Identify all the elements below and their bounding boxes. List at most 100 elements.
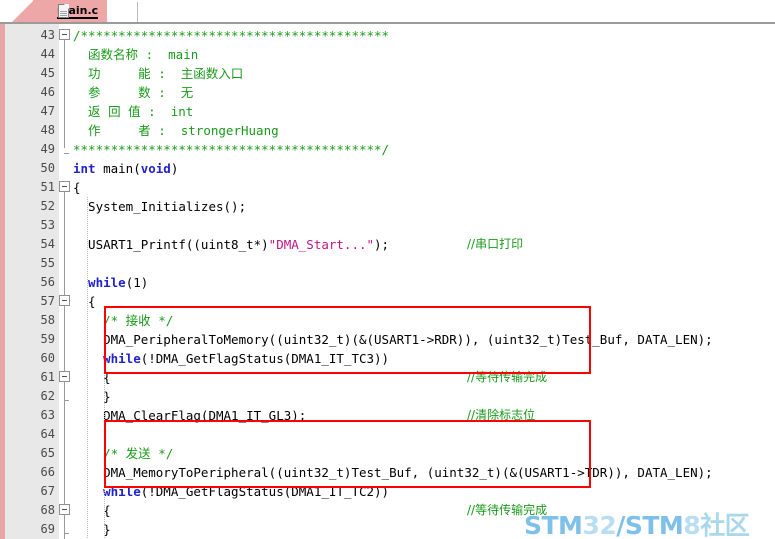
code-token-kw: while [73, 275, 126, 290]
line-number: 43 [40, 28, 55, 42]
code-token-num: USART1_Printf((uint8_t*) [73, 237, 269, 252]
code-token-num: { [73, 294, 96, 309]
line-number: 54 [40, 237, 55, 251]
line-number: 63 [40, 408, 55, 422]
line-number: 56 [40, 275, 55, 289]
line-number: 46 [40, 85, 55, 99]
code-line: ****************************************… [73, 140, 389, 159]
indent-guide [87, 197, 88, 539]
code-token-kw: void [140, 161, 171, 176]
code-line: 功 能 : 主函数入口 [73, 64, 243, 83]
code-token-num: (!DMA_GetFlagStatus(DMA1_IT_TC2)) [140, 484, 390, 499]
code-token-cmt: 参 数 : 无 [73, 85, 194, 100]
indent-guide [104, 311, 105, 539]
fold-connector [64, 380, 65, 395]
code-token-num: DMA_ClearFlag(DMA1_IT_GL3); [73, 408, 307, 423]
code-line: DMA_PeripheralToMemory((uint32_t)(&(USAR… [73, 330, 713, 349]
code-line: 作 者 : strongerHuang [73, 121, 279, 140]
line-number: 55 [40, 256, 55, 270]
code-token-kw: while [73, 484, 141, 499]
line-number-gutter: 43 44 45 46 47 48 49 50 51 52 53 54 55 56 57 58 59 60 61 62… [5, 24, 59, 539]
tab-right-edge [137, 2, 138, 22]
code-line: 参 数 : 无 [73, 83, 193, 102]
code-line: while(!DMA_GetFlagStatus(DMA1_IT_TC3)) [73, 349, 389, 368]
tab-left-slant [12, 0, 34, 22]
fold-connector [64, 38, 65, 148]
line-number: 69 [40, 522, 55, 536]
code-token-cmt: 函数名称 : main [73, 47, 199, 62]
code-token-num: (1) [125, 275, 149, 290]
code-trailing-comment: //等待传输完成 [467, 370, 548, 384]
fold-toggle-icon[interactable] [59, 181, 70, 192]
code-line: while(!DMA_GetFlagStatus(DMA1_IT_TC2)) [73, 482, 389, 501]
line-number: 50 [40, 161, 55, 175]
code-text-area[interactable]: /***************************************… [73, 24, 775, 539]
line-number: 44 [40, 47, 55, 61]
line-number: 59 [40, 332, 55, 346]
code-token-cmt: 返 回 值 : int [73, 104, 194, 119]
code-token-num: System_Initializes(); [73, 199, 247, 214]
line-number: 60 [40, 351, 55, 365]
code-token-cmt: /* 接收 */ [73, 313, 174, 328]
code-line: /* 发送 */ [73, 444, 173, 463]
code-editor[interactable]: 43 44 45 46 47 48 49 50 51 52 53 54 55 56 57 58 59 60 61 62… [0, 22, 775, 539]
code-token-str: "DMA_Start..." [268, 237, 375, 252]
line-number: 57 [40, 294, 55, 308]
fold-toggle-icon[interactable] [59, 371, 70, 382]
line-number: 67 [40, 484, 55, 498]
line-number: 45 [40, 66, 55, 80]
line-number: 61 [40, 370, 55, 384]
line-number: 53 [40, 218, 55, 232]
code-line: DMA_ClearFlag(DMA1_IT_GL3); [73, 406, 306, 425]
code-trailing-comment: //清除标志位 [467, 408, 536, 422]
code-token-num: { [73, 180, 81, 195]
code-line: 函数名称 : main [73, 45, 198, 64]
code-line: { [73, 292, 96, 311]
code-token-num: DMA_MemoryToPeripheral((uint32_t)Test_Bu… [73, 465, 713, 480]
code-token-cmt: ****************************************… [73, 142, 390, 157]
code-line: System_Initializes(); [73, 197, 246, 216]
code-line: int main(void) [73, 159, 178, 178]
code-token-cmt: 作 者 : strongerHuang [73, 123, 279, 138]
code-token-num: DMA_PeripheralToMemory((uint32_t)(&(USAR… [73, 332, 713, 347]
code-line: { [73, 178, 81, 197]
line-number: 66 [40, 465, 55, 479]
tab-strip-background [0, 0, 775, 22]
fold-toggle-icon[interactable] [59, 29, 70, 40]
code-line: while(1) [73, 273, 148, 292]
fold-end-marker [64, 153, 69, 154]
code-token-kw: while [73, 351, 141, 366]
line-number: 52 [40, 199, 55, 213]
code-line: /***************************************… [73, 26, 389, 45]
line-number: 62 [40, 389, 55, 403]
code-token-cmt: 功 能 : 主函数入口 [73, 66, 244, 81]
code-token-cmt: /* 发送 */ [73, 446, 174, 461]
line-number: 47 [40, 104, 55, 118]
document-icon [58, 4, 69, 18]
code-token-num: ); [374, 237, 390, 252]
line-number: 68 [40, 503, 55, 517]
fold-end-marker [64, 400, 69, 401]
code-line: DMA_MemoryToPeripheral((uint32_t)Test_Bu… [73, 463, 713, 482]
fold-end-marker [64, 533, 69, 534]
code-token-num: (!DMA_GetFlagStatus(DMA1_IT_TC3)) [140, 351, 390, 366]
code-line: /* 接收 */ [73, 311, 173, 330]
line-number: 64 [40, 427, 55, 441]
fold-toggle-icon[interactable] [59, 504, 70, 515]
line-number: 65 [40, 446, 55, 460]
code-line: 返 回 值 : int [73, 102, 193, 121]
code-folding-column[interactable] [59, 24, 73, 539]
code-line: USART1_Printf((uint8_t*)"DMA_Start..."); [73, 235, 389, 254]
fold-toggle-icon[interactable] [59, 295, 70, 306]
line-number: 48 [40, 123, 55, 137]
code-token-cmt: /***************************************… [73, 28, 390, 43]
code-trailing-comment: //串口打印 [467, 237, 524, 251]
line-number: 51 [40, 180, 55, 194]
line-number: 49 [40, 142, 55, 156]
code-token-num: ) [170, 161, 179, 176]
tab-main-c[interactable]: main.c [33, 0, 108, 22]
code-token-kw: int [73, 161, 96, 176]
code-trailing-comment: //等待传输完成 [467, 503, 548, 517]
line-number: 58 [40, 313, 55, 327]
code-token-num: main( [95, 161, 141, 176]
